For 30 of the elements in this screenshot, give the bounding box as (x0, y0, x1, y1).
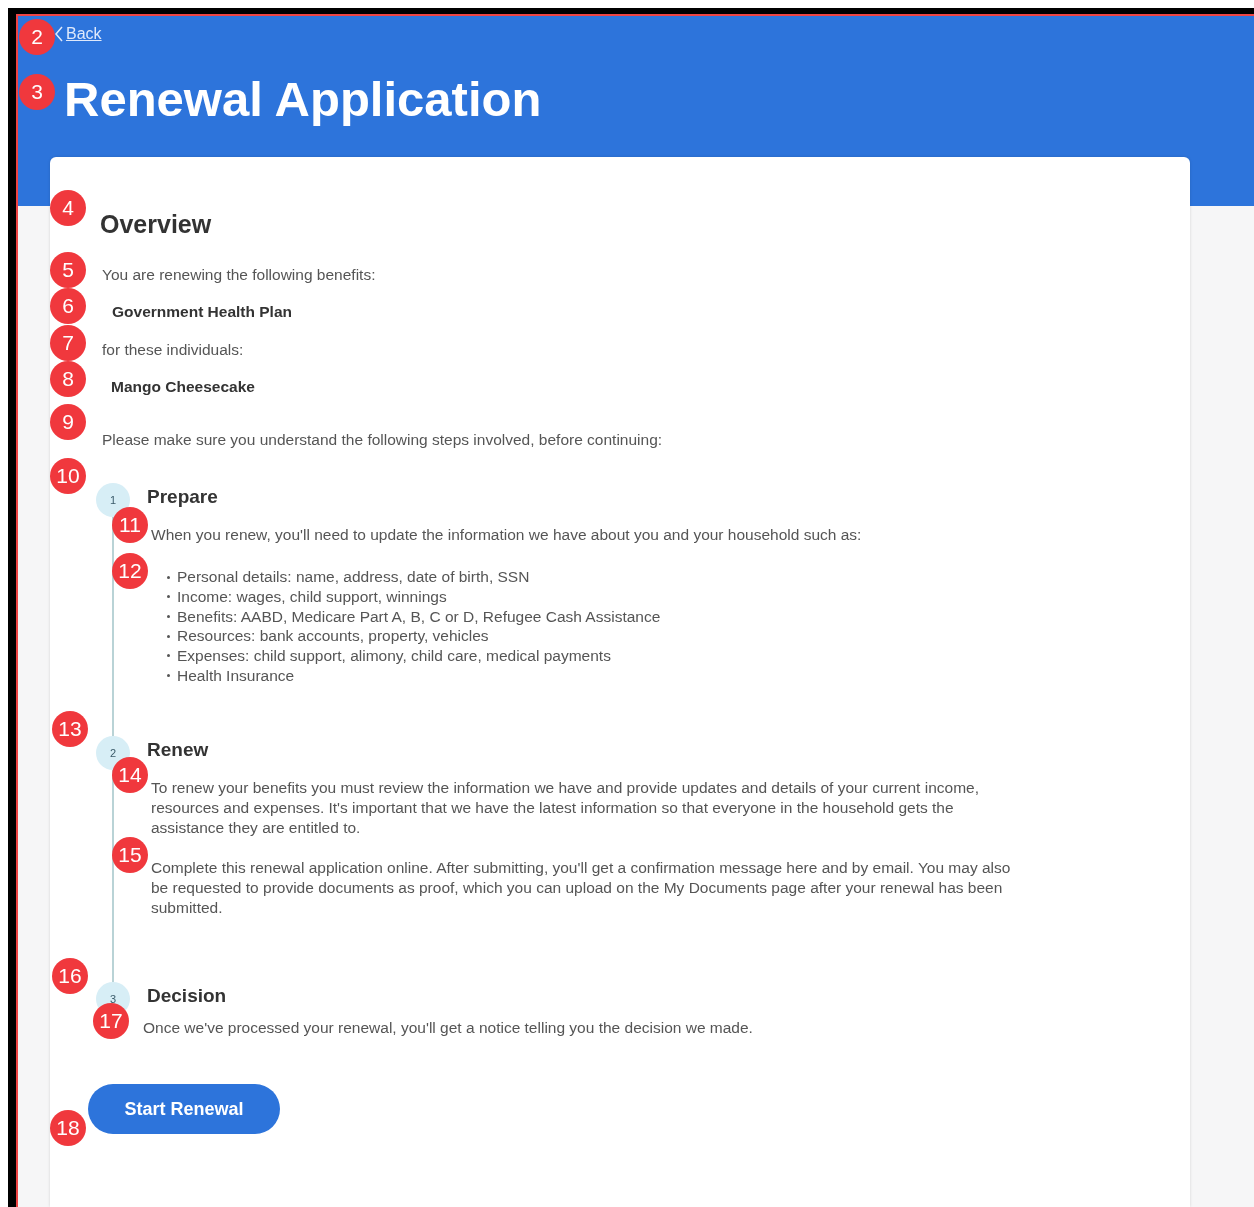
bullet-text: Income: wages, child support, winnings (177, 586, 447, 607)
step-title: Prepare (147, 485, 219, 510)
bullet-text: Expenses: child support, alimony, child care, medical payments (177, 646, 611, 666)
bullet-text: Benefits: AABD, Medicare Part A, B, C or D, Refugee Cash Assistance (177, 606, 661, 627)
step-description: When you renew, you'll need to update the information we have about you and your household such as: (151, 525, 863, 546)
step-description: Once we've processed your renewal, you'll get a notice telling you the decision we made. (143, 1018, 754, 1039)
section-heading: Overview (100, 209, 213, 239)
bullet-icon (167, 634, 170, 638)
back-link[interactable]: Back (54, 22, 102, 46)
bullet-text: Resources: bank accounts, property, vehicles (177, 626, 489, 647)
bullet-icon (167, 615, 170, 618)
bullet-icon (167, 674, 170, 678)
individuals-label: for these individuals: (102, 339, 245, 360)
step-title: Renew (147, 738, 210, 763)
step-number: 1 (96, 483, 130, 518)
bullet-icon (167, 595, 170, 599)
bullet-text: Health Insurance (177, 665, 295, 686)
individual-name: Mango Cheesecake (111, 376, 256, 397)
start-renewal-button[interactable]: Start Renewal (88, 1084, 280, 1135)
step-description: To renew your benefits you must review the information we have and provide updates and details of your current income, resources and expenses. It's important that we have the latest information so that everyone in the household gets the assistance they are entitled to. (151, 778, 980, 839)
intro-text: You are renewing the following benefits: (102, 265, 377, 285)
steps-intro: Please make sure you understand the following steps involved, before continuing: (102, 430, 664, 450)
benefit-name: Government Health Plan (112, 302, 293, 323)
chevron-left-icon (54, 26, 64, 42)
page-title: Renewal Application (64, 71, 543, 128)
bullet-icon (167, 654, 170, 658)
bullet-text: Personal details: name, address, date of birth, SSN (177, 567, 530, 587)
step-title: Decision (147, 984, 228, 1009)
step-description: Complete this renewal application online. After submitting, you'll get a confirmation message here and by email. You may also be requested to provide documents as proof, which you can upload on the My Documents page after your renewal has been submitted. (151, 858, 1011, 919)
bullet-icon (167, 575, 170, 579)
